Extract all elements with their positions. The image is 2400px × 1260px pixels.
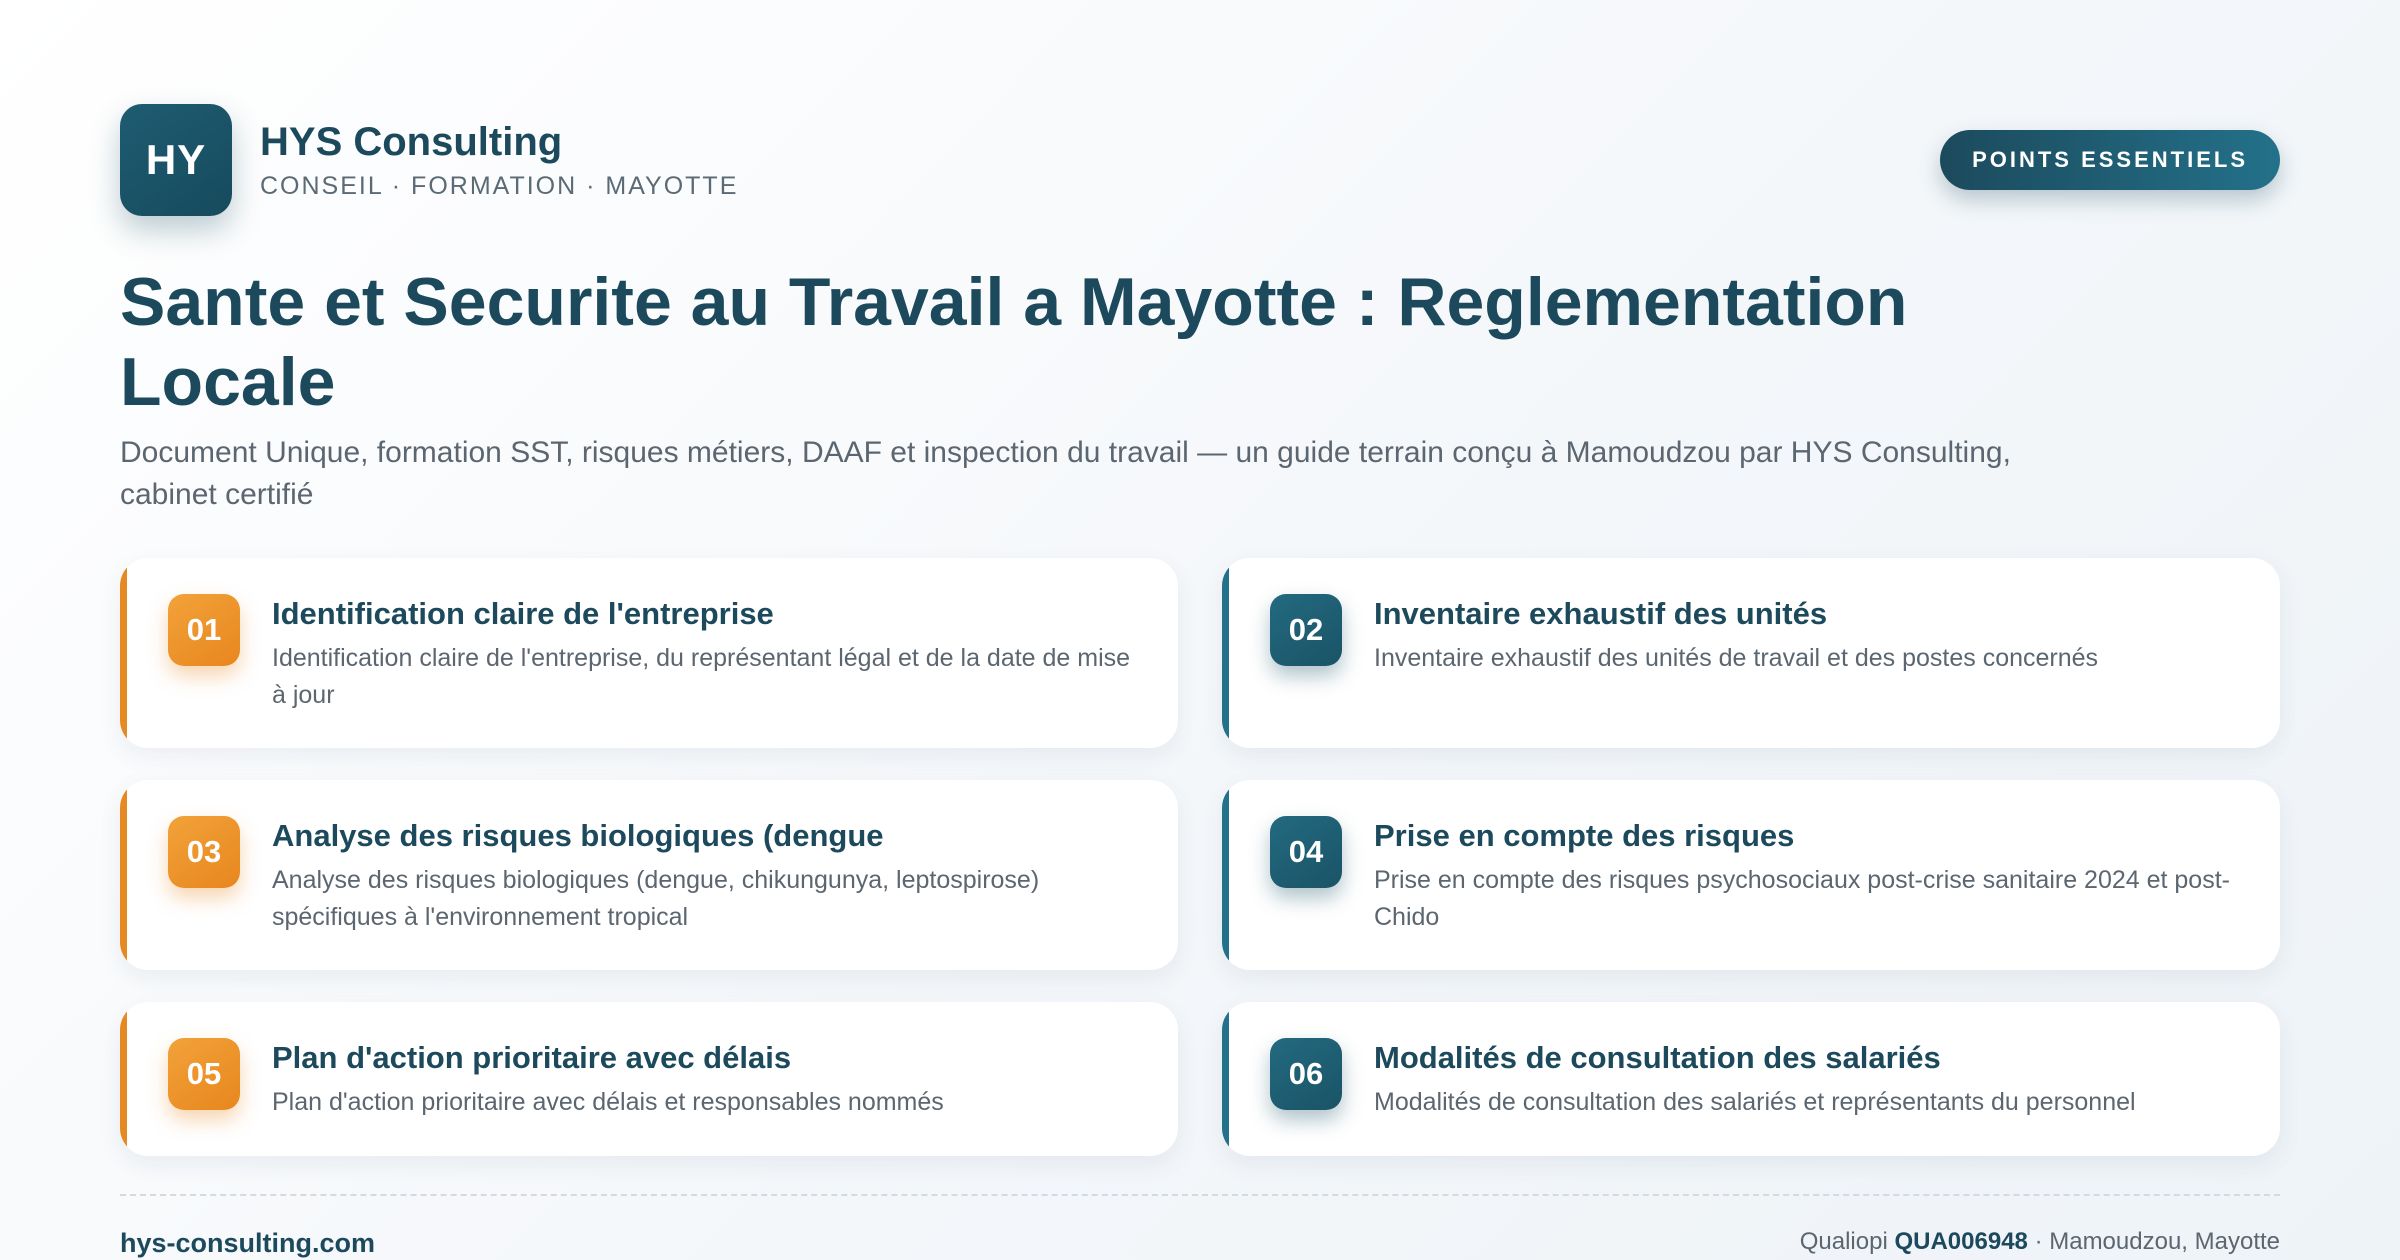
point-number: 05 — [168, 1038, 240, 1110]
point-description: Prise en compte des risques psychosociau… — [1374, 866, 2230, 931]
brand-name: HYS Consulting — [260, 119, 563, 164]
point-description: Modalités de consultation des salariés e… — [1374, 1088, 2136, 1116]
point-description: Analyse des risques biologiques (dengue,… — [272, 866, 1040, 931]
cert-label: Qualiopi — [1799, 1228, 1888, 1255]
point-card-04: 04 Prise en compte des risques Prise en … — [1222, 780, 2280, 970]
point-title: Inventaire exhaustif des unités — [1374, 596, 1828, 631]
brand-text: HYS Consulting CONSEIL · FORMATION · MAY… — [260, 120, 738, 201]
location: · Mamoudzou, Mayotte — [2034, 1228, 2280, 1255]
point-card-02: 02 Inventaire exhaustif des unités Inven… — [1222, 558, 2280, 748]
footer-divider — [120, 1194, 2280, 1196]
point-card-03: 03 Analyse des risques biologiques (deng… — [120, 780, 1178, 970]
point-title: Modalités de consultation des salariés — [1374, 1040, 1941, 1075]
points-essentiels-badge: POINTS ESSENTIELS — [1940, 130, 2280, 190]
point-description: Identification claire de l'entreprise, d… — [272, 644, 1131, 709]
point-title: Plan d'action prioritaire avec délais — [272, 1040, 792, 1075]
page-subtitle: Document Unique, formation SST, risques … — [120, 436, 2011, 511]
point-number: 06 — [1270, 1038, 1342, 1110]
point-number: 01 — [168, 594, 240, 666]
page: HY HYS Consulting CONSEIL · FORMATION · … — [120, 104, 2280, 1260]
point-number: 02 — [1270, 594, 1342, 666]
point-title: Analyse des risques biologiques (dengue — [272, 818, 884, 853]
certification-info: Qualiopi QUA006948 · Mamoudzou, Mayotte — [1800, 1228, 2280, 1256]
page-title: Sante et Securite au Travail a Mayotte :… — [120, 264, 1908, 420]
cert-code: QUA006948 — [1894, 1228, 2028, 1255]
point-card-05: 05 Plan d'action prioritaire avec délais… — [120, 1002, 1178, 1156]
point-title: Prise en compte des risques — [1374, 818, 1795, 853]
brand-tagline: CONSEIL · FORMATION · MAYOTTE — [260, 171, 739, 200]
point-card-06: 06 Modalités de consultation des salarié… — [1222, 1002, 2280, 1156]
point-card-01: 01 Identification claire de l'entreprise… — [120, 558, 1178, 748]
brand: HY HYS Consulting CONSEIL · FORMATION · … — [120, 104, 738, 216]
point-number: 03 — [168, 816, 240, 888]
point-number: 04 — [1270, 816, 1342, 888]
website-link[interactable]: hys-consulting.com — [120, 1228, 375, 1259]
point-description: Plan d'action prioritaire avec délais et… — [272, 1088, 944, 1116]
point-title: Identification claire de l'entreprise — [272, 596, 774, 631]
brand-logo: HY — [120, 104, 232, 216]
point-description: Inventaire exhaustif des unités de trava… — [1374, 644, 2099, 672]
